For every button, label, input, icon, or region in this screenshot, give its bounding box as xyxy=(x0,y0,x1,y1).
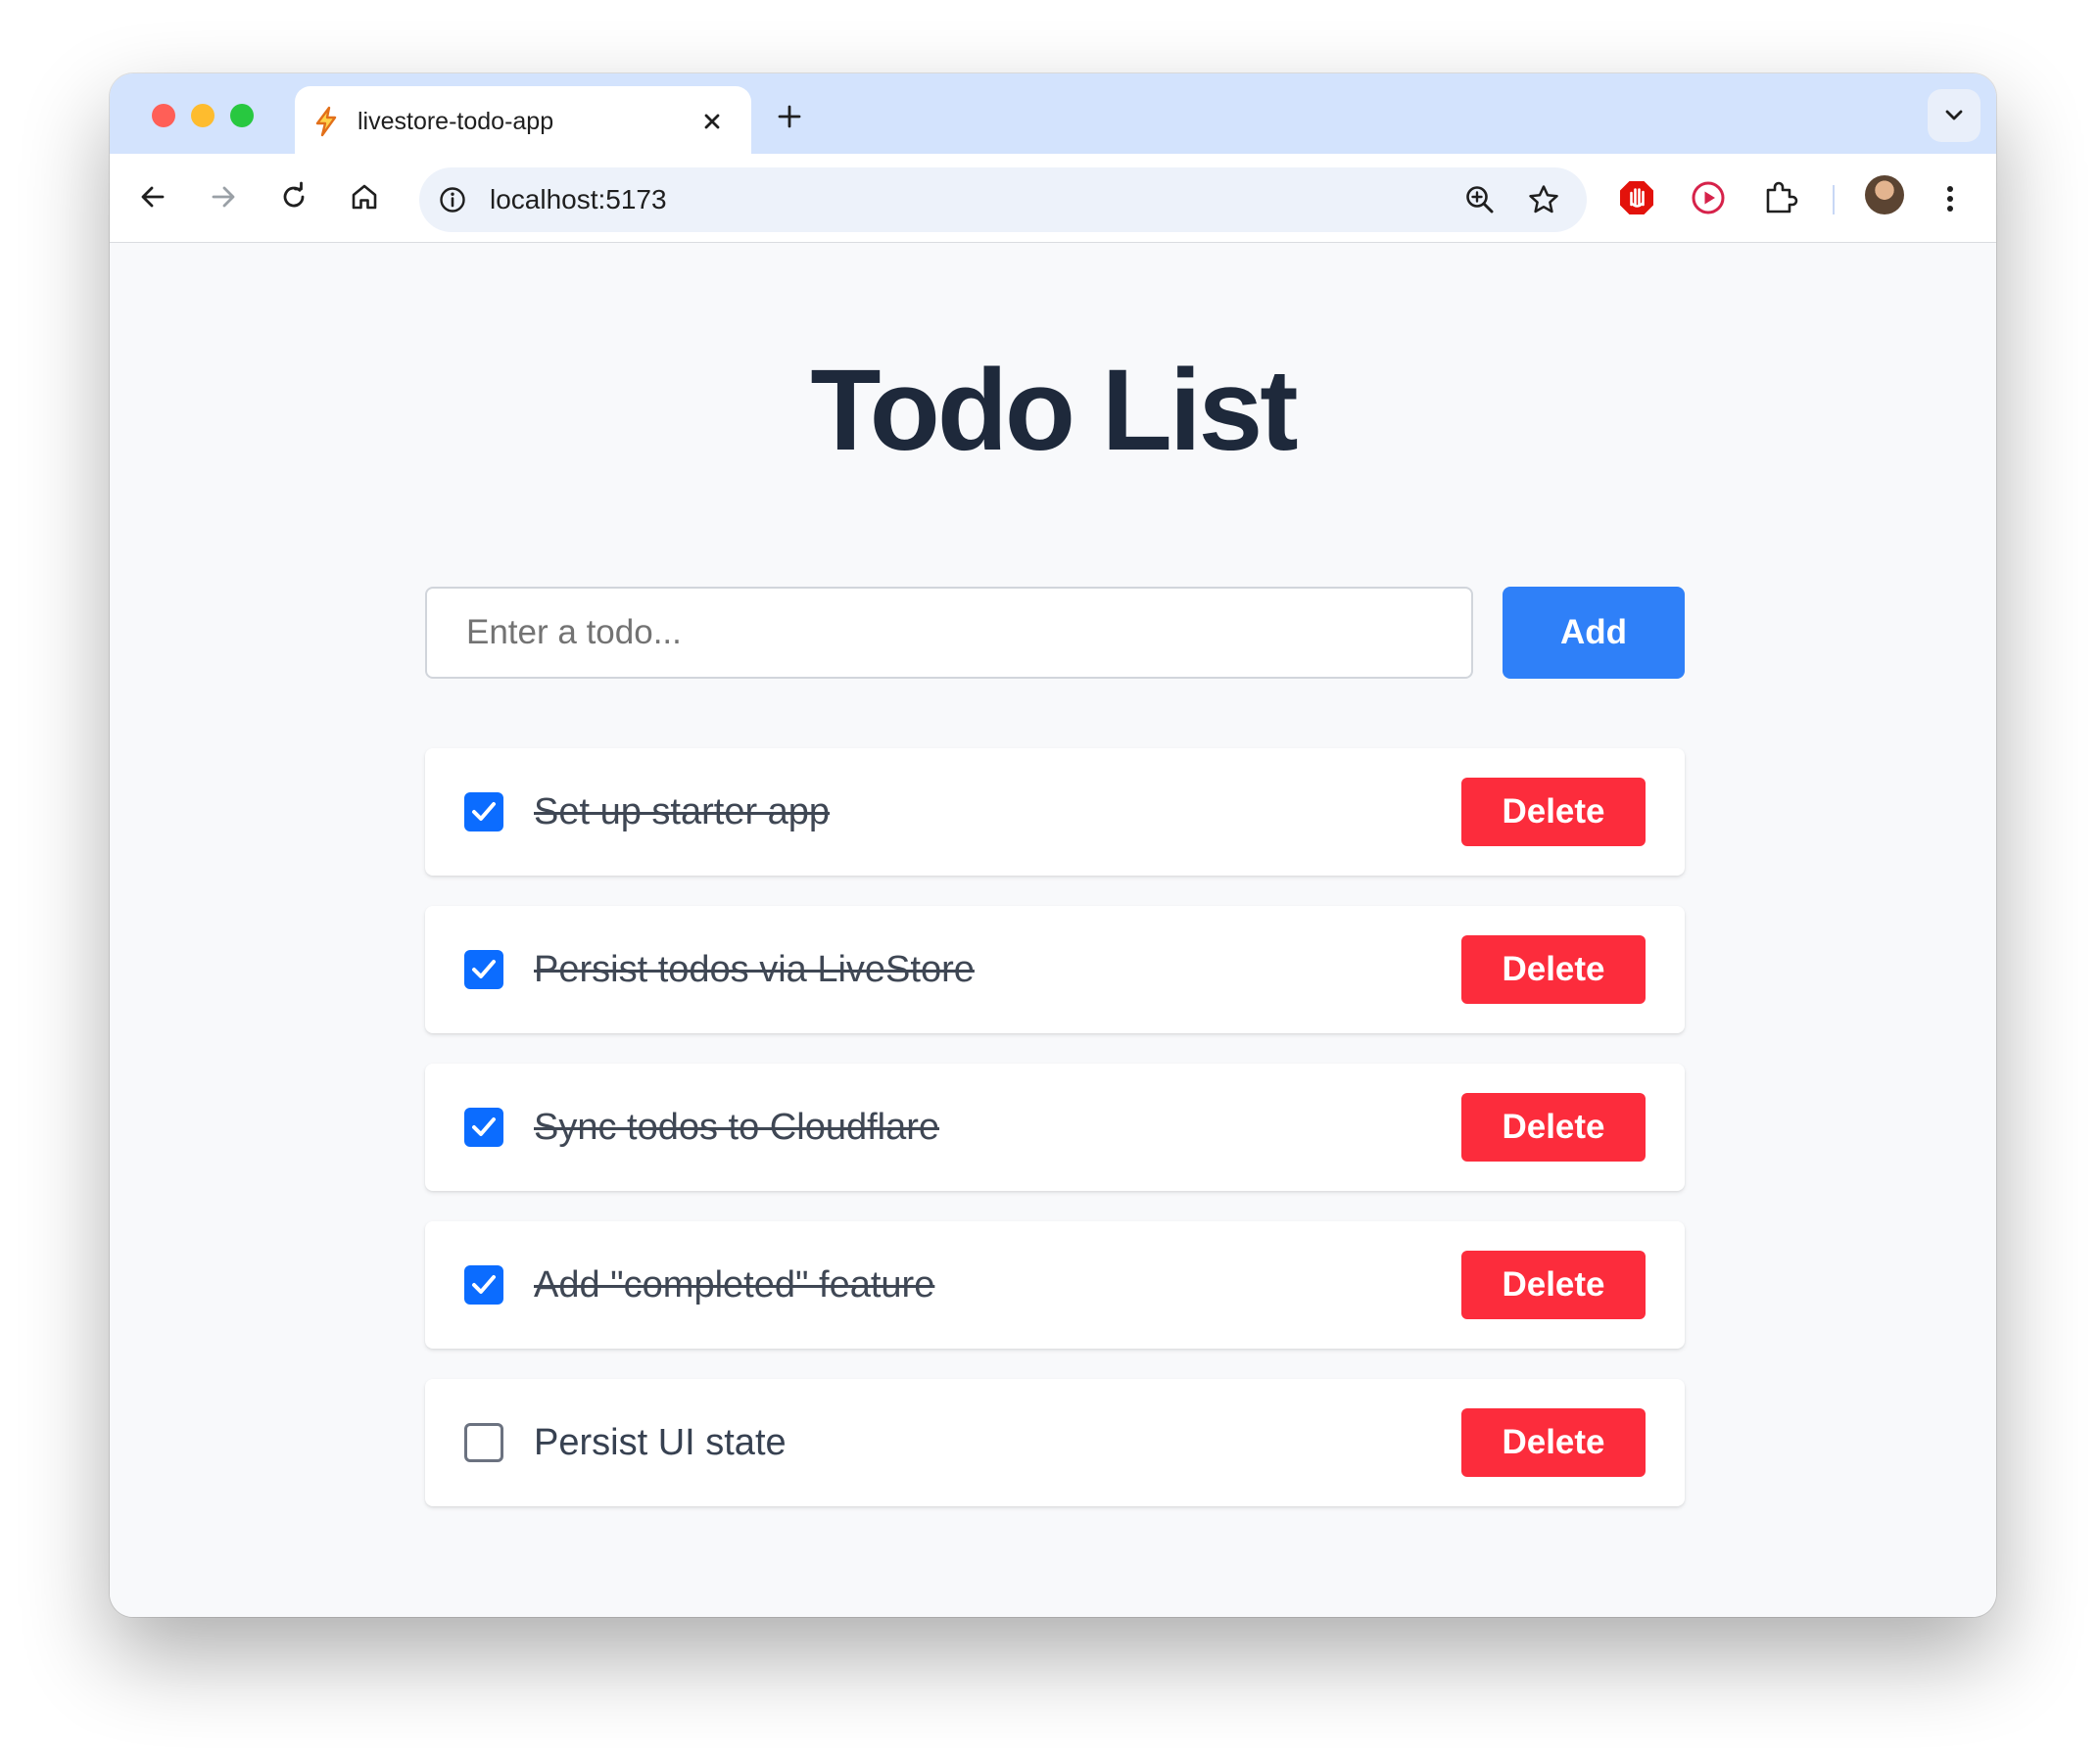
todo-text: Add "completed" feature xyxy=(534,1264,935,1306)
todo-item: Set up starter app Delete xyxy=(425,748,1685,876)
delete-button[interactable]: Delete xyxy=(1461,1251,1646,1319)
todo-checkbox[interactable] xyxy=(464,1423,503,1462)
puzzle-icon[interactable] xyxy=(1759,177,1800,218)
todo-text: Set up starter app xyxy=(534,791,831,832)
close-icon[interactable] xyxy=(698,108,726,135)
play-extension-icon[interactable] xyxy=(1688,177,1729,218)
todo-item: Sync todos to Cloudflare Delete xyxy=(425,1064,1685,1191)
tab-search-button[interactable] xyxy=(1928,89,1981,142)
more-menu-icon[interactable] xyxy=(1935,179,1965,218)
todo-text: Persist UI state xyxy=(534,1422,787,1463)
delete-button[interactable]: Delete xyxy=(1461,935,1646,1004)
new-tab-icon[interactable] xyxy=(772,99,807,134)
chevron-down-icon xyxy=(1945,110,1963,120)
zoom-window-button[interactable] xyxy=(230,104,254,127)
toolbar-divider xyxy=(1833,185,1835,214)
zoom-icon[interactable] xyxy=(1463,183,1497,216)
close-window-button[interactable] xyxy=(152,104,175,127)
delete-button[interactable]: Delete xyxy=(1461,1408,1646,1477)
tab-strip: livestore-todo-app xyxy=(110,73,1996,154)
checkmark-icon xyxy=(472,1117,496,1136)
todo-item: Persist UI state Delete xyxy=(425,1379,1685,1506)
adblock-extension-icon[interactable] xyxy=(1616,177,1657,218)
todo-item: Persist todos via LiveStore Delete xyxy=(425,906,1685,1033)
todo-checkbox[interactable] xyxy=(464,792,503,831)
url-text: localhost:5173 xyxy=(490,184,667,214)
forward-arrow-icon[interactable] xyxy=(202,175,245,218)
todo-text: Sync todos to Cloudflare xyxy=(534,1107,940,1148)
todo-input[interactable] xyxy=(425,587,1473,679)
browser-tab[interactable]: livestore-todo-app xyxy=(295,86,751,154)
browser-window: livestore-todo-app localhost:5173 Todo L… xyxy=(110,73,1996,1617)
lightning-icon xyxy=(310,106,342,137)
delete-button[interactable]: Delete xyxy=(1461,1093,1646,1162)
browser-toolbar: localhost:5173 xyxy=(110,154,1996,243)
home-icon[interactable] xyxy=(343,175,386,218)
bookmark-star-icon[interactable] xyxy=(1526,182,1561,217)
add-button[interactable]: Add xyxy=(1503,587,1685,679)
todo-checkbox[interactable] xyxy=(464,1108,503,1147)
checkmark-icon xyxy=(472,1275,496,1294)
tab-title: livestore-todo-app xyxy=(358,108,554,135)
todo-checkbox[interactable] xyxy=(464,950,503,989)
todo-item: Add "completed" feature Delete xyxy=(425,1221,1685,1349)
address-bar[interactable]: localhost:5173 xyxy=(419,167,1587,232)
back-arrow-icon[interactable] xyxy=(131,175,174,218)
todo-text: Persist todos via LiveStore xyxy=(534,949,975,990)
checkmark-icon xyxy=(472,960,496,978)
minimize-window-button[interactable] xyxy=(191,104,215,127)
todo-checkbox[interactable] xyxy=(464,1265,503,1305)
delete-button[interactable]: Delete xyxy=(1461,778,1646,846)
reload-icon[interactable] xyxy=(272,175,315,218)
site-info-icon[interactable] xyxy=(437,184,468,215)
page-title: Todo List xyxy=(810,346,1298,475)
page-content: Todo List Add Set up starter app Delete … xyxy=(110,243,1996,1617)
profile-avatar[interactable] xyxy=(1865,175,1904,214)
checkmark-icon xyxy=(472,802,496,821)
